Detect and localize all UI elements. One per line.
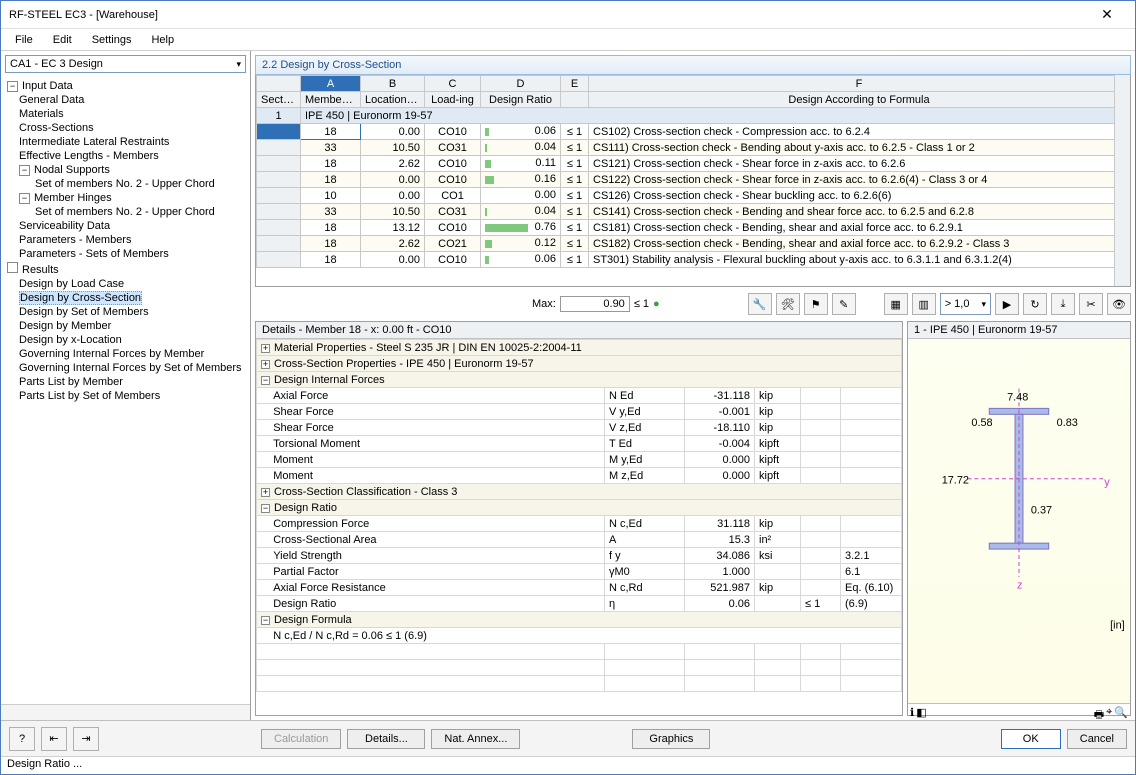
details-header: Details - Member 18 - x: 0.00 ft - CO10 xyxy=(256,322,902,339)
section-preview: 1 - IPE 450 | Euronorm 19-57 y xyxy=(907,321,1131,716)
tree-item[interactable]: Design by Load Case xyxy=(1,277,250,291)
results-toolbar: Max: 0.90 ≤ 1 ● 🔧 🛠 ⚑ ✎ ▦ ▥ > 1,0▾ ▶ ↻ ⤓… xyxy=(255,291,1131,317)
ok-button[interactable]: OK xyxy=(1001,729,1061,749)
table-row[interactable]: 3310.50CO310.04≤ 1CS141) Cross-section c… xyxy=(257,204,1130,220)
filter-combo[interactable]: > 1,0▾ xyxy=(940,293,991,315)
tree-item[interactable]: Parts List by Set of Members xyxy=(1,389,250,403)
info-icon[interactable]: ℹ xyxy=(910,706,914,713)
ok-icon: ● xyxy=(653,298,660,310)
menu-settings[interactable]: Settings xyxy=(84,32,140,48)
tree-item[interactable]: −Nodal Supports xyxy=(1,163,250,177)
action-icon-2[interactable]: ↻ xyxy=(1023,293,1047,315)
svg-text:[in]: [in] xyxy=(1110,619,1125,631)
results-grid[interactable]: ABCDEF Section No.Member No.Location x [… xyxy=(255,75,1131,287)
tree-item[interactable]: −Input Data xyxy=(1,79,250,93)
tree-item[interactable]: Materials xyxy=(1,107,250,121)
navigator-pane: CA1 - EC 3 Design ▾ −Input DataGeneral D… xyxy=(1,51,251,720)
table-row[interactable]: 180.00CO100.16≤ 1CS122) Cross-section ch… xyxy=(257,172,1130,188)
tool-icon-2[interactable]: 🛠 xyxy=(776,293,800,315)
tree-item[interactable]: −Member Hinges xyxy=(1,191,250,205)
svg-text:z: z xyxy=(1017,580,1022,592)
cancel-button[interactable]: Cancel xyxy=(1067,729,1127,749)
tree-item[interactable]: Parameters - Sets of Members xyxy=(1,247,250,261)
nav-tree[interactable]: −Input DataGeneral DataMaterialsCross-Se… xyxy=(1,77,250,704)
view-icon-1[interactable]: ▦ xyxy=(884,293,908,315)
tree-item[interactable]: Governing Internal Forces by Set of Memb… xyxy=(1,361,250,375)
case-combo-value: CA1 - EC 3 Design xyxy=(10,58,103,70)
tree-item[interactable]: Serviceability Data xyxy=(1,219,250,233)
menu-help[interactable]: Help xyxy=(143,32,182,48)
tool-icon-4[interactable]: ✎ xyxy=(832,293,856,315)
table-row[interactable]: 182.62CO210.12≤ 1CS182) Cross-section ch… xyxy=(257,236,1130,252)
print-icon[interactable]: 🖶 xyxy=(1094,706,1104,713)
table-row[interactable]: 3310.50CO310.04≤ 1CS111) Cross-section c… xyxy=(257,140,1130,156)
help-icon[interactable]: ? xyxy=(9,727,35,751)
tree-item[interactable]: Parameters - Members xyxy=(1,233,250,247)
status-bar: Design Ratio ... xyxy=(1,756,1135,774)
details-panel: Details - Member 18 - x: 0.00 ft - CO10 … xyxy=(255,321,903,716)
next-icon[interactable]: ⇥ xyxy=(73,727,99,751)
preview-title: 1 - IPE 450 | Euronorm 19-57 xyxy=(908,322,1130,339)
tree-item[interactable]: Parts List by Member xyxy=(1,375,250,389)
tool-icon-1[interactable]: 🔧 xyxy=(748,293,772,315)
tree-item[interactable]: Design by Member xyxy=(1,319,250,333)
chevron-down-icon: ▾ xyxy=(981,299,986,310)
tree-item[interactable]: Design by Cross-Section xyxy=(1,291,250,305)
menu-file[interactable]: File xyxy=(7,32,41,48)
max-cond: ≤ 1 xyxy=(634,298,649,310)
max-label: Max: xyxy=(532,298,556,310)
eye-icon[interactable]: 👁 xyxy=(1107,293,1131,315)
tree-item[interactable]: Effective Lengths - Members xyxy=(1,149,250,163)
svg-text:0.58: 0.58 xyxy=(971,417,992,429)
window-title: RF-STEEL EC3 - [Warehouse] xyxy=(9,9,1087,21)
preview-canvas[interactable]: y z 7.48 17.72 0.58 0.83 0.37 [in] xyxy=(908,339,1130,703)
tree-item[interactable]: Set of members No. 2 - Upper Chord xyxy=(1,177,250,191)
close-icon[interactable]: ✕ xyxy=(1087,6,1127,23)
export-icon[interactable]: ⤓ xyxy=(1051,293,1075,315)
tool-icon-3[interactable]: ⚑ xyxy=(804,293,828,315)
menubar: File Edit Settings Help xyxy=(1,29,1135,51)
section-db-icon[interactable]: ◧ xyxy=(916,706,926,713)
table-row[interactable]: 180.00CO100.06≤ 1CS102) Cross-section ch… xyxy=(257,124,1130,140)
svg-text:0.37: 0.37 xyxy=(1031,504,1052,516)
zoom-icon[interactable]: 🔍 xyxy=(1114,706,1128,713)
svg-text:0.83: 0.83 xyxy=(1057,417,1078,429)
svg-text:y: y xyxy=(1104,477,1110,489)
tree-item[interactable]: Cross-Sections xyxy=(1,121,250,135)
tree-scrollbar[interactable] xyxy=(1,704,250,720)
view-icon-2[interactable]: ▥ xyxy=(912,293,936,315)
details-button[interactable]: Details... xyxy=(347,729,425,749)
tree-item[interactable]: Design by x-Location xyxy=(1,333,250,347)
graphics-button[interactable]: Graphics xyxy=(632,729,710,749)
chevron-down-icon: ▾ xyxy=(236,59,241,70)
tree-item[interactable]: Design by Set of Members xyxy=(1,305,250,319)
svg-text:7.48: 7.48 xyxy=(1007,391,1028,403)
svg-text:17.72: 17.72 xyxy=(942,475,969,487)
nat-annex-button[interactable]: Nat. Annex... xyxy=(431,729,520,749)
prev-icon[interactable]: ⇤ xyxy=(41,727,67,751)
calculation-button[interactable]: Calculation xyxy=(261,729,341,749)
case-combo[interactable]: CA1 - EC 3 Design ▾ xyxy=(5,55,246,73)
tree-item[interactable]: Results xyxy=(1,261,250,277)
table-row[interactable]: 180.00CO100.06≤ 1ST301) Stability analys… xyxy=(257,252,1130,268)
axes-icon[interactable]: ⌖ xyxy=(1106,706,1112,713)
titlebar: RF-STEEL EC3 - [Warehouse] ✕ xyxy=(1,1,1135,29)
menu-edit[interactable]: Edit xyxy=(45,32,80,48)
action-icon-1[interactable]: ▶ xyxy=(995,293,1019,315)
action-icon-3[interactable]: ✂ xyxy=(1079,293,1103,315)
grid-vscroll[interactable] xyxy=(1114,75,1130,286)
table-row[interactable]: 1813.12CO100.76≤ 1CS181) Cross-section c… xyxy=(257,220,1130,236)
dialog-footer: ? ⇤ ⇥ Calculation Details... Nat. Annex.… xyxy=(1,720,1135,756)
table-row[interactable]: 182.62CO100.11≤ 1CS121) Cross-section ch… xyxy=(257,156,1130,172)
max-value: 0.90 xyxy=(560,296,630,312)
tree-item[interactable]: Set of members No. 2 - Upper Chord xyxy=(1,205,250,219)
panel-title: 2.2 Design by Cross-Section xyxy=(255,55,1131,75)
tree-item[interactable]: General Data xyxy=(1,93,250,107)
tree-item[interactable]: Intermediate Lateral Restraints xyxy=(1,135,250,149)
tree-item[interactable]: Governing Internal Forces by Member xyxy=(1,347,250,361)
table-row[interactable]: 100.00CO10.00≤ 1CS126) Cross-section che… xyxy=(257,188,1130,204)
